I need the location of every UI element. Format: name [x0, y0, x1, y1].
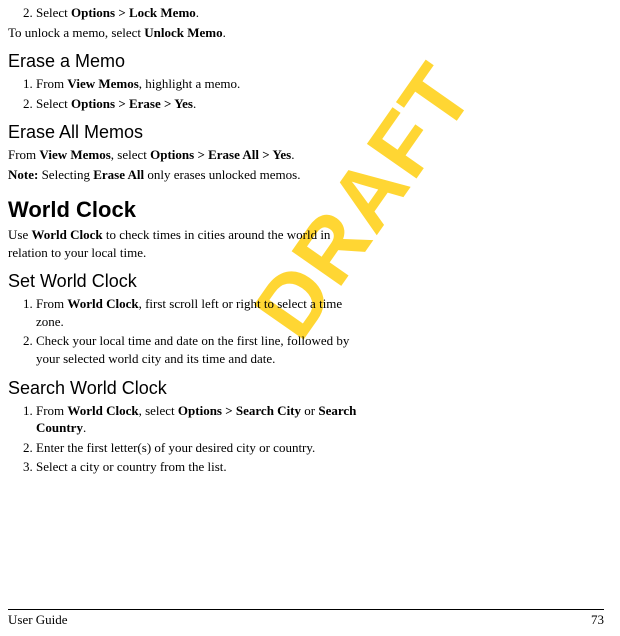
text-bold: Unlock Memo — [144, 25, 222, 40]
list-item: Enter the first letter(s) of your desire… — [36, 439, 368, 457]
text: To unlock a memo, select — [8, 25, 144, 40]
unlock-memo-note: To unlock a memo, select Unlock Memo. — [8, 24, 368, 42]
page-footer: User Guide 73 — [8, 609, 604, 628]
lock-memo-steps: Select Options > Lock Memo. — [8, 4, 368, 22]
list-item: From World Clock, select Options > Searc… — [36, 402, 368, 437]
text: or — [301, 403, 318, 418]
text-bold: Options > Erase All > Yes — [150, 147, 291, 162]
text: , highlight a memo. — [139, 76, 240, 91]
text: From — [36, 403, 67, 418]
text: , select — [139, 403, 178, 418]
text-bold: World Clock — [67, 296, 138, 311]
list-item: Select Options > Erase > Yes. — [36, 95, 368, 113]
text: From — [36, 296, 67, 311]
text: Select — [36, 96, 71, 111]
text: , select — [111, 147, 150, 162]
text-bold: Note: — [8, 167, 38, 182]
list-item: Select Options > Lock Memo. — [36, 4, 368, 22]
search-world-clock-steps: From World Clock, select Options > Searc… — [8, 402, 368, 476]
list-item: From World Clock, first scroll left or r… — [36, 295, 368, 330]
text-bold: View Memos — [39, 147, 110, 162]
text-bold: World Clock — [31, 227, 102, 242]
text: From — [36, 76, 67, 91]
heading-search-world-clock: Search World Clock — [8, 378, 368, 399]
list-item: Check your local time and date on the fi… — [36, 332, 368, 367]
erase-all-note: Note: Selecting Erase All only erases un… — [8, 166, 368, 184]
text: . — [291, 147, 294, 162]
text: . — [83, 420, 86, 435]
set-world-clock-steps: From World Clock, first scroll left or r… — [8, 295, 368, 367]
text: . — [223, 25, 226, 40]
text-bold: Options > Erase > Yes — [71, 96, 193, 111]
text: . — [196, 5, 199, 20]
heading-erase-all: Erase All Memos — [8, 122, 368, 143]
erase-memo-steps: From View Memos, highlight a memo. Selec… — [8, 75, 368, 112]
text: Select — [36, 5, 71, 20]
heading-set-world-clock: Set World Clock — [8, 271, 368, 292]
text-bold: Options > Lock Memo — [71, 5, 196, 20]
text: . — [193, 96, 196, 111]
heading-world-clock: World Clock — [8, 197, 368, 223]
text: only erases unlocked memos. — [144, 167, 300, 182]
text-bold: Erase All — [93, 167, 144, 182]
text: Selecting — [38, 167, 93, 182]
heading-erase-memo: Erase a Memo — [8, 51, 368, 72]
world-clock-intro: Use World Clock to check times in cities… — [8, 226, 368, 261]
list-item: From View Memos, highlight a memo. — [36, 75, 368, 93]
erase-all-text: From View Memos, select Options > Erase … — [8, 146, 368, 164]
text-bold: World Clock — [67, 403, 138, 418]
text: Use — [8, 227, 31, 242]
footer-left: User Guide — [8, 612, 68, 628]
text-bold: View Memos — [67, 76, 138, 91]
footer-page-number: 73 — [591, 612, 604, 628]
list-item: Select a city or country from the list. — [36, 458, 368, 476]
text-bold: Options > Search City — [178, 403, 301, 418]
text: From — [8, 147, 39, 162]
